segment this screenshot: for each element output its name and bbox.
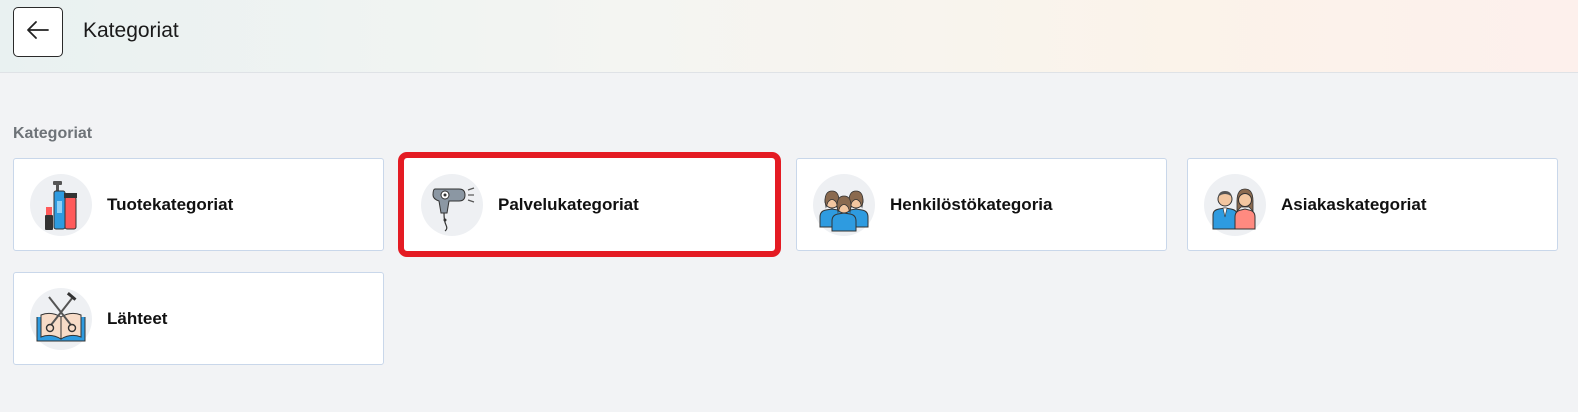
category-card-henkilostokategoria[interactable]: Henkilöstökategoria — [796, 158, 1167, 251]
staff-group-icon — [813, 173, 875, 236]
top-header: Kategoriat — [0, 0, 1578, 73]
category-card-tuotekategoriat[interactable]: Tuotekategoriat — [13, 158, 384, 251]
cosmetics-products-icon — [30, 173, 92, 236]
card-label: Lähteet — [107, 308, 168, 328]
category-card-asiakaskategoriat[interactable]: Asiakaskategoriat — [1187, 158, 1558, 251]
book-scissors-icon — [30, 287, 92, 350]
hair-dryer-icon — [421, 173, 483, 236]
card-label: Palvelukategoriat — [498, 194, 639, 214]
arrow-left-icon — [26, 20, 50, 45]
category-card-palvelukategoriat[interactable]: Palvelukategoriat — [398, 152, 781, 257]
page-title: Kategoriat — [83, 19, 179, 42]
card-label: Asiakaskategoriat — [1281, 194, 1427, 214]
customers-couple-icon — [1204, 173, 1266, 236]
back-button[interactable] — [13, 7, 63, 57]
category-card-lahteet[interactable]: Lähteet — [13, 272, 384, 365]
section-heading: Kategoriat — [13, 125, 93, 142]
card-label: Tuotekategoriat — [107, 194, 234, 214]
card-label: Henkilöstökategoria — [890, 194, 1053, 214]
